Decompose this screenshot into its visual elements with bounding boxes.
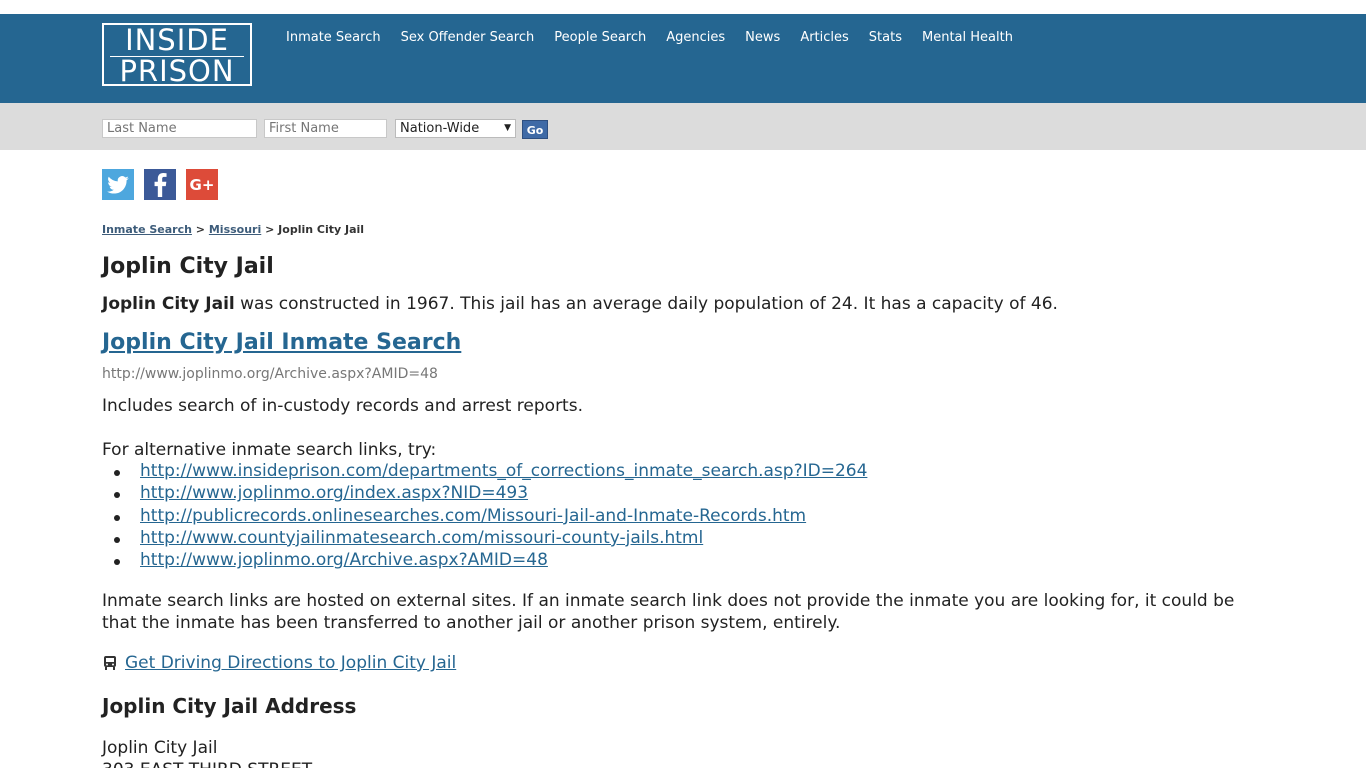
breadcrumb-current: Joplin City Jail	[278, 223, 365, 236]
bullet	[114, 470, 120, 476]
nav-stats[interactable]: Stats	[869, 30, 902, 45]
inmate-search-description: Includes search of in-custody records an…	[102, 396, 583, 416]
address-block: Joplin City Jail 303 EAST THIRD STREET	[102, 737, 312, 768]
nav-agencies[interactable]: Agencies	[666, 30, 725, 45]
intro-bold: Joplin City Jail	[102, 294, 235, 314]
alt-links-intro: For alternative inmate search links, try…	[102, 440, 437, 460]
bus-icon	[104, 656, 116, 670]
search-bar: Nation-Wide ▼ Go	[0, 103, 1366, 150]
alt-link[interactable]: http://www.countyjailinmatesearch.com/mi…	[140, 528, 703, 548]
social-share: G+	[102, 169, 228, 200]
facebook-icon[interactable]	[144, 169, 176, 200]
chevron-down-icon: ▼	[504, 123, 511, 133]
intro-rest: was constructed in 1967. This jail has a…	[234, 294, 1058, 314]
bullet	[114, 559, 120, 566]
intro-text: Joplin City Jail was constructed in 1967…	[102, 294, 1058, 314]
scope-select-value: Nation-Wide	[400, 121, 480, 136]
external-links-note: Inmate search links are hosted on extern…	[102, 591, 1235, 633]
nav-news[interactable]: News	[745, 30, 780, 45]
bullet	[114, 536, 120, 543]
list-item: http://www.joplinmo.org/Archive.aspx?AMI…	[102, 550, 867, 572]
google-plus-icon[interactable]: G+	[186, 169, 218, 200]
list-item: http://www.joplinmo.org/index.aspx?NID=4…	[102, 483, 867, 505]
nav-articles[interactable]: Articles	[800, 30, 848, 45]
logo-line2: PRISON	[119, 54, 235, 88]
bullet	[114, 514, 120, 521]
alt-link[interactable]: http://publicrecords.onlinesearches.com/…	[140, 506, 806, 526]
alt-links-list: http://www.insideprison.com/departments_…	[102, 461, 867, 572]
breadcrumb: Inmate Search > Missouri > Joplin City J…	[102, 223, 364, 236]
address-line1: Joplin City Jail	[102, 738, 218, 758]
inmate-search-url: http://www.joplinmo.org/Archive.aspx?AMI…	[102, 366, 438, 382]
main-nav: Inmate Search Sex Offender Search People…	[286, 30, 1033, 45]
nav-mental-health[interactable]: Mental Health	[922, 30, 1013, 45]
alt-link[interactable]: http://www.joplinmo.org/index.aspx?NID=4…	[140, 483, 528, 503]
alt-link[interactable]: http://www.insideprison.com/departments_…	[140, 461, 867, 481]
logo-line1: INSIDE	[125, 23, 229, 57]
nav-inmate-search[interactable]: Inmate Search	[286, 30, 381, 45]
scope-select[interactable]: Nation-Wide ▼	[395, 119, 516, 138]
alt-link[interactable]: http://www.joplinmo.org/Archive.aspx?AMI…	[140, 550, 548, 570]
first-name-input[interactable]	[264, 119, 387, 138]
driving-directions-link[interactable]: Get Driving Directions to Joplin City Ja…	[125, 653, 456, 673]
breadcrumb-missouri[interactable]: Missouri	[209, 223, 261, 236]
list-item: http://www.insideprison.com/departments_…	[102, 461, 867, 483]
list-item: http://publicrecords.onlinesearches.com/…	[102, 506, 867, 528]
breadcrumb-separator: >	[265, 223, 275, 236]
address-line2: 303 EAST THIRD STREET	[102, 759, 312, 768]
bullet	[114, 492, 120, 499]
inmate-search-link[interactable]: Joplin City Jail Inmate Search	[102, 330, 461, 355]
go-button[interactable]: Go	[522, 120, 548, 139]
breadcrumb-inmate-search[interactable]: Inmate Search	[102, 223, 192, 236]
page-title: Joplin City Jail	[102, 254, 274, 279]
list-item: http://www.countyjailinmatesearch.com/mi…	[102, 528, 867, 550]
site-logo[interactable]: INSIDE PRISON	[102, 23, 252, 86]
directions-row: Get Driving Directions to Joplin City Ja…	[102, 653, 456, 673]
last-name-input[interactable]	[102, 119, 257, 138]
breadcrumb-separator: >	[195, 223, 206, 236]
twitter-icon[interactable]	[102, 169, 134, 200]
nav-sex-offender-search[interactable]: Sex Offender Search	[401, 30, 535, 45]
site-header: INSIDE PRISON Inmate Search Sex Offender…	[0, 14, 1366, 103]
nav-people-search[interactable]: People Search	[554, 30, 646, 45]
address-heading: Joplin City Jail Address	[102, 694, 357, 718]
